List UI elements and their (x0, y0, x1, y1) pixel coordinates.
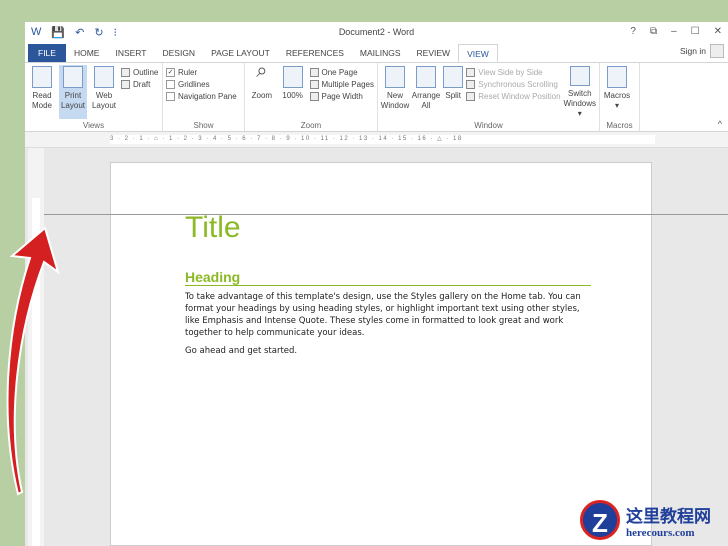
red-arrow-annotation (6, 226, 60, 496)
watermark-logo: Z (580, 500, 620, 540)
watermark-url: herecours.com (626, 526, 695, 539)
watermark: Z 这里教程网 herecours.com (580, 500, 711, 540)
watermark-name: 这里教程网 (626, 506, 711, 526)
